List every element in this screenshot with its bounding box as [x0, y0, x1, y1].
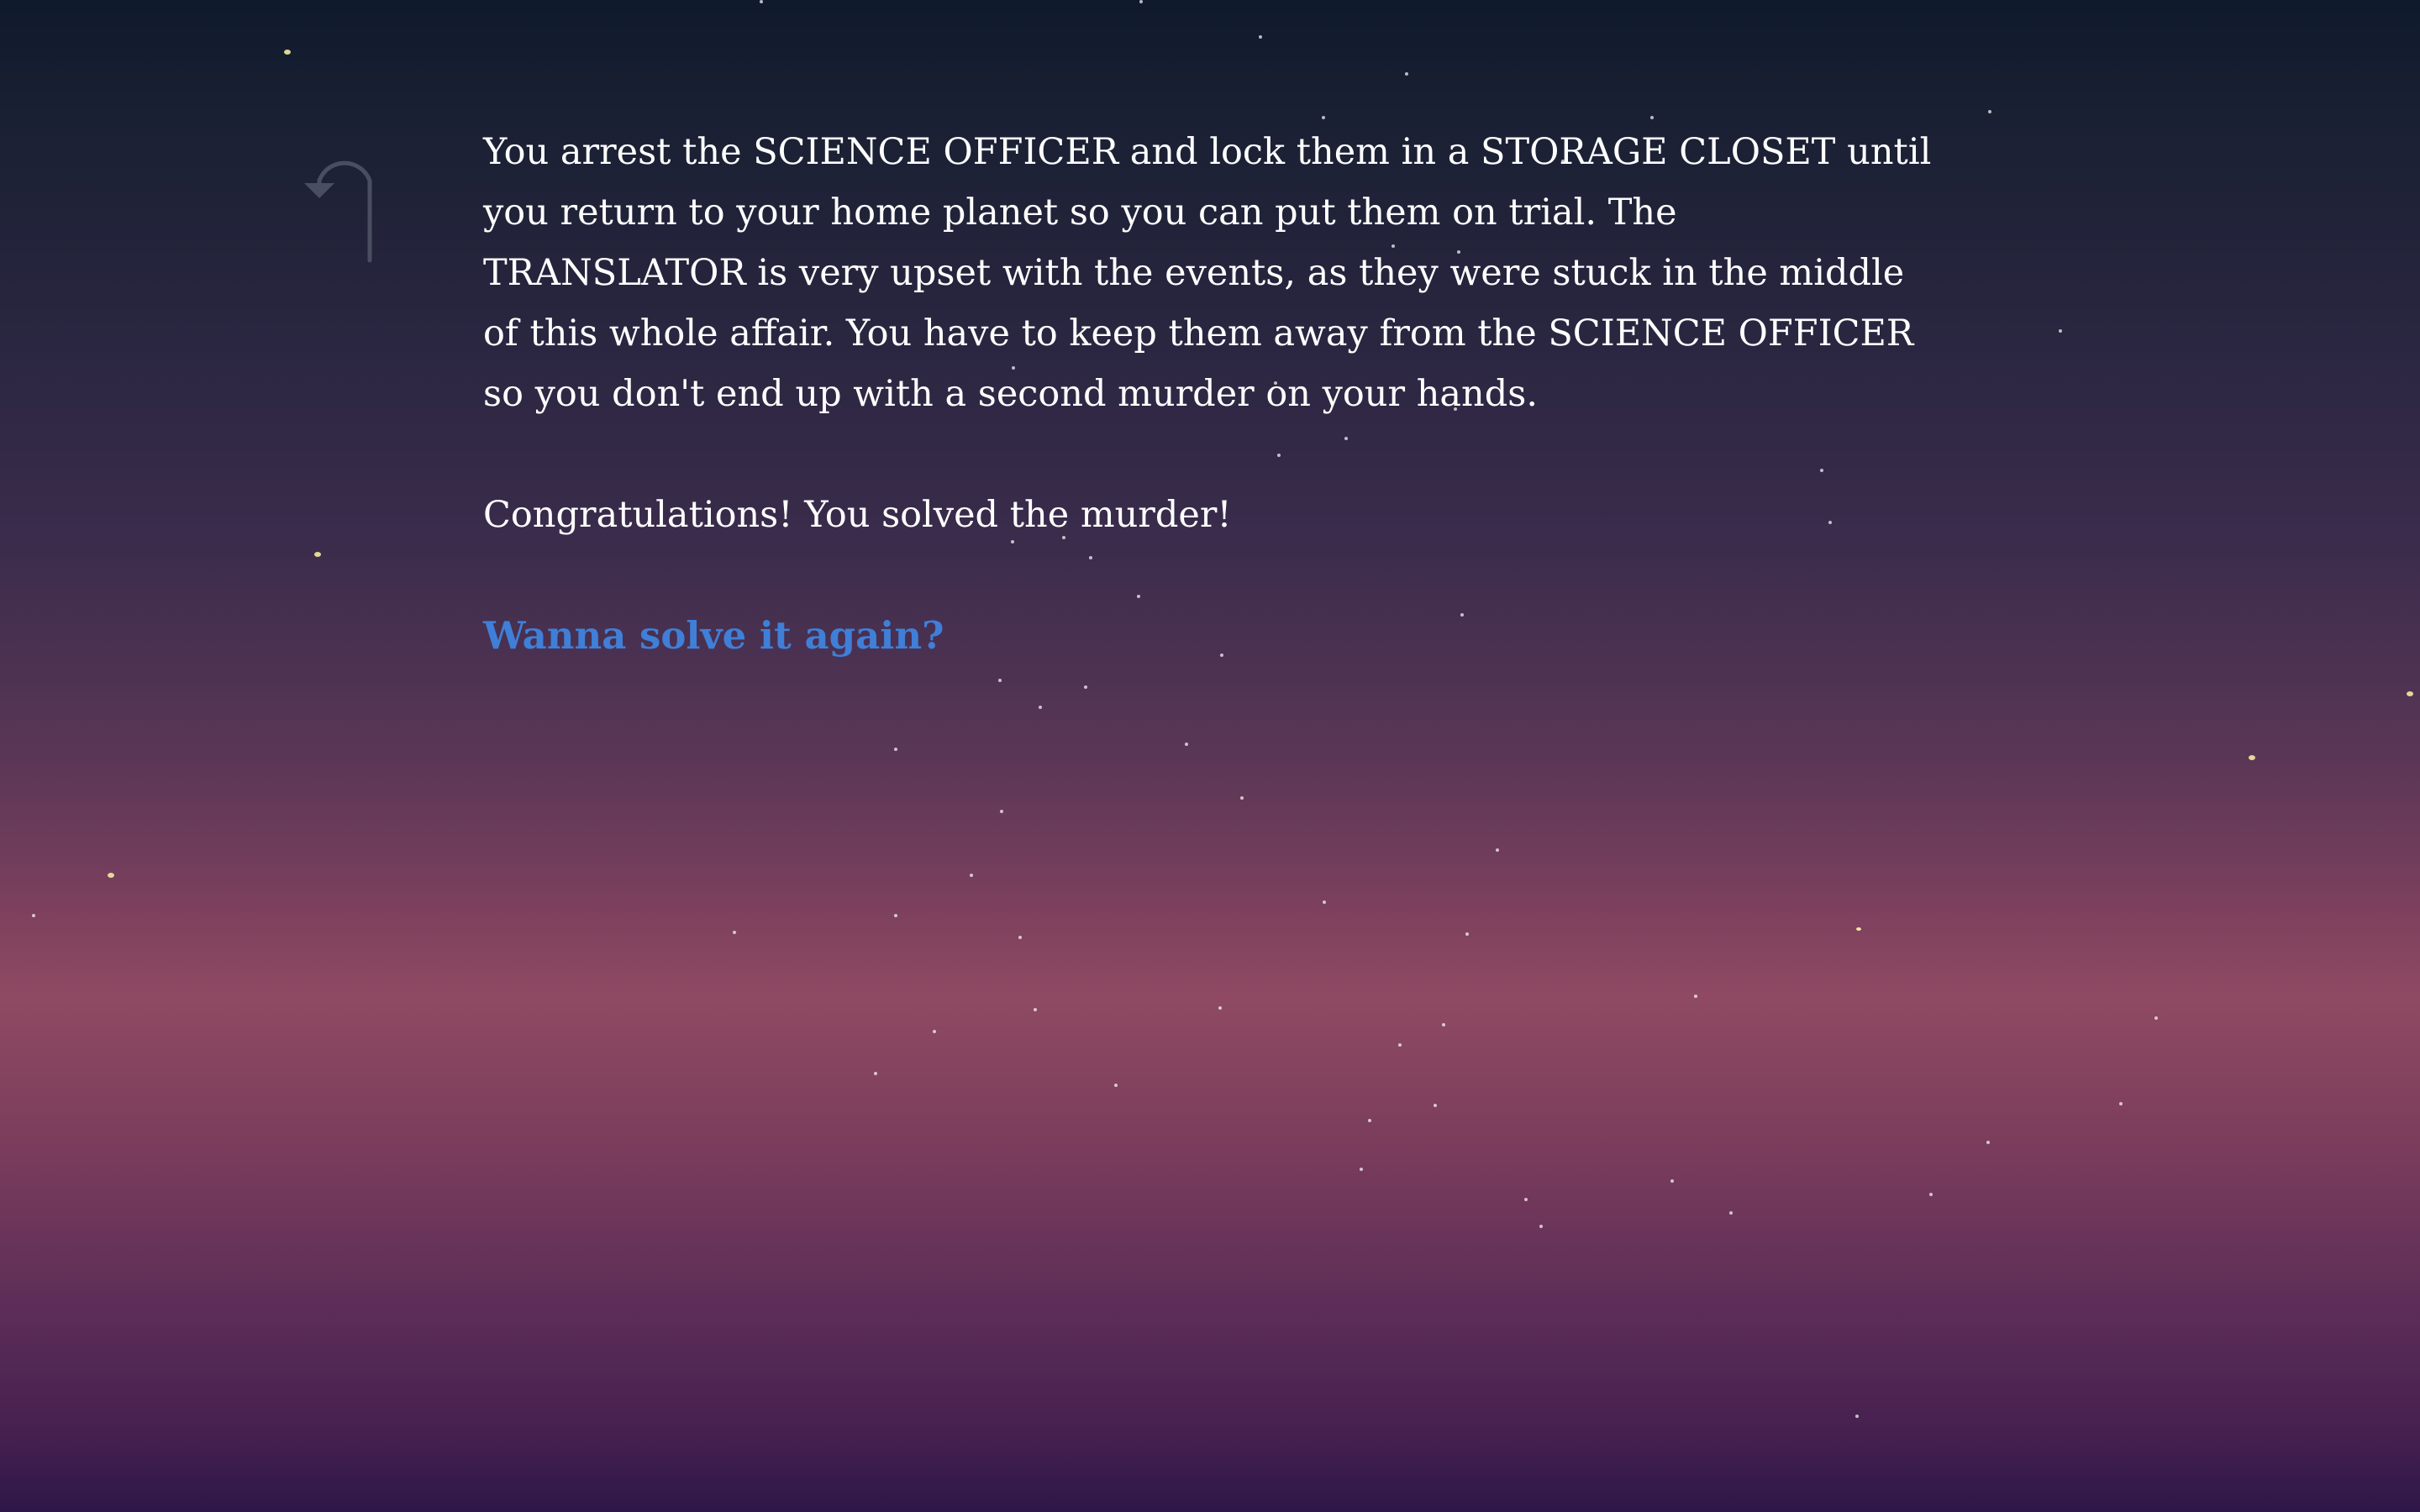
- star: [2059, 329, 2062, 333]
- star: [1218, 1006, 1222, 1010]
- star: [1856, 927, 1861, 931]
- star: [1240, 796, 1244, 800]
- star: [1929, 1193, 1933, 1196]
- star: [1694, 995, 1697, 998]
- star: [1034, 1008, 1037, 1011]
- star: [1405, 72, 1408, 76]
- star: [1000, 810, 1003, 813]
- star: [1322, 116, 1325, 119]
- star: [1360, 1168, 1363, 1171]
- star: [1398, 1043, 1402, 1047]
- star: [1259, 35, 1262, 39]
- star: [1185, 743, 1188, 746]
- star: [1323, 900, 1326, 904]
- star: [1855, 1415, 1859, 1418]
- star: [1039, 706, 1042, 709]
- star: [733, 931, 736, 934]
- story-paragraph: You arrest the SCIENCE OFFICER and lock …: [483, 131, 1932, 415]
- star: [998, 679, 1002, 682]
- star: [32, 914, 35, 917]
- star: [1139, 0, 1143, 3]
- success-message: Congratulations! You solved the murder!: [483, 494, 1232, 536]
- star: [2407, 691, 2413, 696]
- star: [970, 874, 973, 877]
- star: [1986, 1141, 1990, 1144]
- star: [1114, 1084, 1118, 1087]
- star: [874, 1072, 877, 1075]
- star: [1524, 1198, 1528, 1201]
- star: [1729, 1211, 1733, 1215]
- star: [1368, 1119, 1371, 1122]
- star: [933, 1030, 936, 1033]
- star: [1434, 1104, 1437, 1107]
- star: [284, 50, 291, 55]
- star: [760, 0, 763, 3]
- star: [1539, 1225, 1543, 1228]
- star: [1670, 1179, 1674, 1183]
- star: [2154, 1016, 2158, 1020]
- star: [1084, 685, 1087, 689]
- star: [1465, 932, 1469, 936]
- star: [2119, 1102, 2123, 1105]
- star: [314, 552, 321, 557]
- undo-arrow-icon[interactable]: [302, 143, 378, 269]
- star: [894, 748, 897, 751]
- star: [108, 873, 114, 878]
- star: [894, 914, 897, 917]
- star: [1018, 936, 1022, 939]
- star: [1650, 116, 1654, 119]
- star: [1496, 848, 1499, 852]
- restart-link[interactable]: Wanna solve it again?: [483, 606, 944, 666]
- star: [1988, 110, 1991, 113]
- star: [1442, 1023, 1445, 1026]
- story-passage: You arrest the SCIENCE OFFICER and lock …: [483, 122, 1945, 667]
- star: [2249, 755, 2255, 760]
